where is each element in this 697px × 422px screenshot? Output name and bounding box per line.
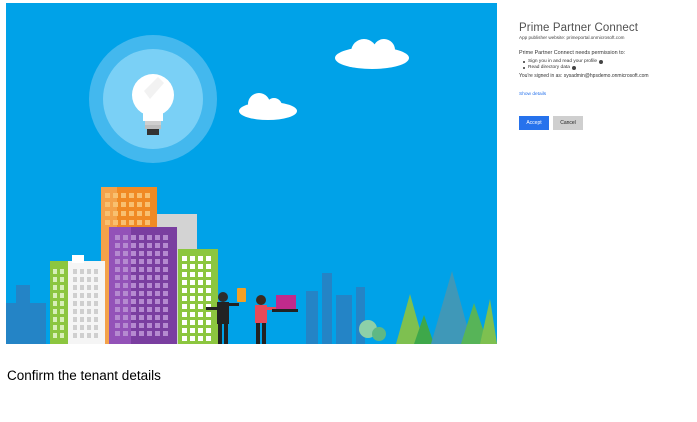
- permission-item: Sign you in and read your profile: [523, 59, 695, 64]
- permission-label: Read directory data: [528, 65, 570, 70]
- accept-button[interactable]: Accept: [519, 116, 549, 130]
- caption: Confirm the tenant details: [7, 368, 161, 383]
- permission-heading: Prime Partner Connect needs permission t…: [519, 50, 626, 56]
- button-row: Accept Cancel: [519, 116, 695, 130]
- bullet-icon: [523, 66, 525, 69]
- cancel-button[interactable]: Cancel: [553, 116, 583, 130]
- consent-panel: Prime Partner Connect App publisher webs…: [519, 22, 695, 130]
- permission-item: Read directory data: [523, 65, 695, 70]
- show-details-link[interactable]: Show details: [519, 92, 546, 97]
- bullet-icon: [523, 60, 525, 63]
- publisher-info: App publisher website: primeportal.onmic…: [519, 35, 625, 40]
- info-icon[interactable]: [571, 65, 576, 70]
- permission-label: Sign you in and read your profile: [528, 59, 598, 64]
- hero-illustration: [6, 3, 497, 344]
- app-title: Prime Partner Connect: [519, 22, 639, 34]
- info-icon[interactable]: [599, 59, 604, 64]
